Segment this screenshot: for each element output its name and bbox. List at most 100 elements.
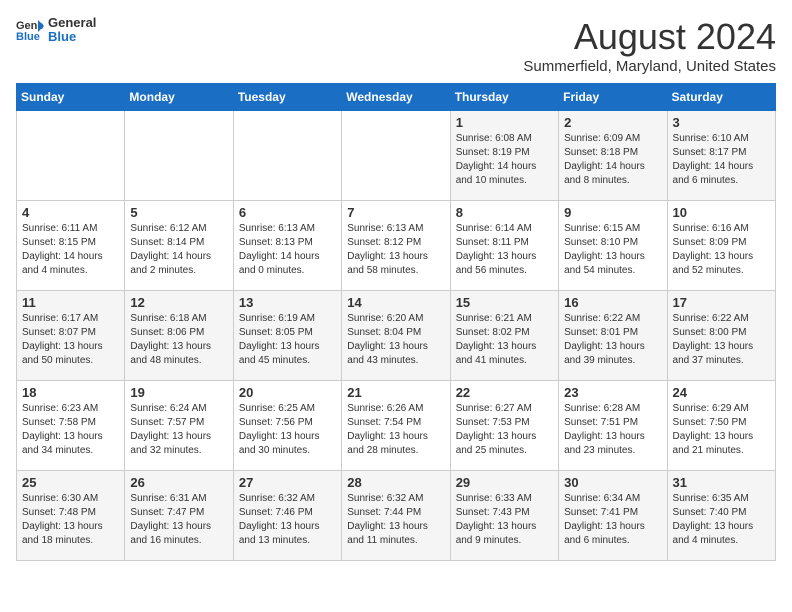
day-header-thursday: Thursday bbox=[450, 84, 558, 111]
calendar-week-row: 18 Sunrise: 6:23 AM Sunset: 7:58 PM Dayli… bbox=[17, 381, 776, 471]
day-number: 2 bbox=[564, 115, 661, 130]
cell-info: Sunrise: 6:33 AM Sunset: 7:43 PM Dayligh… bbox=[456, 492, 553, 548]
day-number: 26 bbox=[130, 475, 227, 490]
calendar-cell: 5 Sunrise: 6:12 AM Sunset: 8:14 PM Daylig… bbox=[125, 201, 233, 291]
day-number: 25 bbox=[22, 475, 119, 490]
cell-info: Sunrise: 6:13 AM Sunset: 8:13 PM Dayligh… bbox=[239, 222, 336, 278]
cell-info: Sunrise: 6:30 AM Sunset: 7:48 PM Dayligh… bbox=[22, 492, 119, 548]
day-number: 19 bbox=[130, 385, 227, 400]
day-number: 4 bbox=[22, 205, 119, 220]
calendar-cell: 15Sunrise: 6:21 AM Sunset: 8:02 PM Dayli… bbox=[450, 291, 558, 381]
cell-info: Sunrise: 6:22 AM Sunset: 8:00 PM Dayligh… bbox=[673, 312, 770, 368]
calendar-cell: 14 Sunrise: 6:20 AM Sunset: 8:04 PM Dayli… bbox=[342, 291, 450, 381]
cell-info: Sunrise: 6:24 AM Sunset: 7:57 PM Dayligh… bbox=[130, 402, 227, 458]
day-number: 29 bbox=[456, 475, 553, 490]
day-number: 1 bbox=[456, 115, 553, 130]
calendar-cell: 24 Sunrise: 6:29 AM Sunset: 7:50 PM Dayli… bbox=[667, 381, 775, 471]
calendar-cell: 3 Sunrise: 6:10 AM Sunset: 8:17 PM Daylig… bbox=[667, 111, 775, 201]
cell-info: Sunrise: 6:22 AM Sunset: 8:01 PM Dayligh… bbox=[564, 312, 661, 368]
calendar-cell: 16 Sunrise: 6:22 AM Sunset: 8:01 PM Dayli… bbox=[559, 291, 667, 381]
calendar-week-row: 1Sunrise: 6:08 AM Sunset: 8:19 PM Daylig… bbox=[17, 111, 776, 201]
day-number: 22 bbox=[456, 385, 553, 400]
logo-icon: General Blue bbox=[16, 18, 44, 42]
cell-info: Sunrise: 6:10 AM Sunset: 8:17 PM Dayligh… bbox=[673, 132, 770, 188]
logo-general-text: General bbox=[48, 16, 96, 30]
calendar-cell: 28 Sunrise: 6:32 AM Sunset: 7:44 PM Dayli… bbox=[342, 471, 450, 561]
calendar-cell: 30 Sunrise: 6:34 AM Sunset: 7:41 PM Dayli… bbox=[559, 471, 667, 561]
title-area: August 2024 Summerfield, Maryland, Unite… bbox=[523, 16, 776, 75]
cell-info: Sunrise: 6:35 AM Sunset: 7:40 PM Dayligh… bbox=[673, 492, 770, 548]
cell-info: Sunrise: 6:11 AM Sunset: 8:15 PM Dayligh… bbox=[22, 222, 119, 278]
calendar-cell: 22Sunrise: 6:27 AM Sunset: 7:53 PM Dayli… bbox=[450, 381, 558, 471]
cell-info: Sunrise: 6:29 AM Sunset: 7:50 PM Dayligh… bbox=[673, 402, 770, 458]
cell-info: Sunrise: 6:34 AM Sunset: 7:41 PM Dayligh… bbox=[564, 492, 661, 548]
day-number: 18 bbox=[22, 385, 119, 400]
calendar-cell: 13Sunrise: 6:19 AM Sunset: 8:05 PM Dayli… bbox=[233, 291, 341, 381]
calendar-cell: 19 Sunrise: 6:24 AM Sunset: 7:57 PM Dayli… bbox=[125, 381, 233, 471]
day-number: 12 bbox=[130, 295, 227, 310]
calendar-cell: 21Sunrise: 6:26 AM Sunset: 7:54 PM Dayli… bbox=[342, 381, 450, 471]
calendar-cell: 7 Sunrise: 6:13 AM Sunset: 8:12 PM Daylig… bbox=[342, 201, 450, 291]
calendar-cell: 27Sunrise: 6:32 AM Sunset: 7:46 PM Dayli… bbox=[233, 471, 341, 561]
calendar-cell: 1Sunrise: 6:08 AM Sunset: 8:19 PM Daylig… bbox=[450, 111, 558, 201]
calendar-cell: 26 Sunrise: 6:31 AM Sunset: 7:47 PM Dayli… bbox=[125, 471, 233, 561]
cell-info: Sunrise: 6:09 AM Sunset: 8:18 PM Dayligh… bbox=[564, 132, 661, 188]
calendar-cell: 25 Sunrise: 6:30 AM Sunset: 7:48 PM Dayli… bbox=[17, 471, 125, 561]
day-header-wednesday: Wednesday bbox=[342, 84, 450, 111]
cell-info: Sunrise: 6:16 AM Sunset: 8:09 PM Dayligh… bbox=[673, 222, 770, 278]
day-header-saturday: Saturday bbox=[667, 84, 775, 111]
calendar-cell: 9 Sunrise: 6:15 AM Sunset: 8:10 PM Daylig… bbox=[559, 201, 667, 291]
calendar-cell: 20 Sunrise: 6:25 AM Sunset: 7:56 PM Dayli… bbox=[233, 381, 341, 471]
calendar-table: SundayMondayTuesdayWednesdayThursdayFrid… bbox=[16, 83, 776, 561]
cell-info: Sunrise: 6:14 AM Sunset: 8:11 PM Dayligh… bbox=[456, 222, 553, 278]
cell-info: Sunrise: 6:15 AM Sunset: 8:10 PM Dayligh… bbox=[564, 222, 661, 278]
calendar-cell: 11 Sunrise: 6:17 AM Sunset: 8:07 PM Dayli… bbox=[17, 291, 125, 381]
day-number: 13 bbox=[239, 295, 336, 310]
day-number: 14 bbox=[347, 295, 444, 310]
day-number: 23 bbox=[564, 385, 661, 400]
day-number: 28 bbox=[347, 475, 444, 490]
calendar-cell bbox=[233, 111, 341, 201]
calendar-header-row: SundayMondayTuesdayWednesdayThursdayFrid… bbox=[17, 84, 776, 111]
day-header-sunday: Sunday bbox=[17, 84, 125, 111]
cell-info: Sunrise: 6:13 AM Sunset: 8:12 PM Dayligh… bbox=[347, 222, 444, 278]
cell-info: Sunrise: 6:18 AM Sunset: 8:06 PM Dayligh… bbox=[130, 312, 227, 368]
calendar-cell: 12 Sunrise: 6:18 AM Sunset: 8:06 PM Dayli… bbox=[125, 291, 233, 381]
day-number: 11 bbox=[22, 295, 119, 310]
cell-info: Sunrise: 6:32 AM Sunset: 7:46 PM Dayligh… bbox=[239, 492, 336, 548]
day-number: 9 bbox=[564, 205, 661, 220]
day-number: 7 bbox=[347, 205, 444, 220]
calendar-cell: 4 Sunrise: 6:11 AM Sunset: 8:15 PM Daylig… bbox=[17, 201, 125, 291]
cell-info: Sunrise: 6:28 AM Sunset: 7:51 PM Dayligh… bbox=[564, 402, 661, 458]
cell-info: Sunrise: 6:25 AM Sunset: 7:56 PM Dayligh… bbox=[239, 402, 336, 458]
calendar-cell: 23 Sunrise: 6:28 AM Sunset: 7:51 PM Dayli… bbox=[559, 381, 667, 471]
calendar-week-row: 4 Sunrise: 6:11 AM Sunset: 8:15 PM Daylig… bbox=[17, 201, 776, 291]
calendar-cell: 8Sunrise: 6:14 AM Sunset: 8:11 PM Daylig… bbox=[450, 201, 558, 291]
calendar-cell: 6 Sunrise: 6:13 AM Sunset: 8:13 PM Daylig… bbox=[233, 201, 341, 291]
cell-info: Sunrise: 6:12 AM Sunset: 8:14 PM Dayligh… bbox=[130, 222, 227, 278]
day-number: 6 bbox=[239, 205, 336, 220]
day-number: 16 bbox=[564, 295, 661, 310]
day-number: 5 bbox=[130, 205, 227, 220]
day-header-friday: Friday bbox=[559, 84, 667, 111]
calendar-week-row: 25 Sunrise: 6:30 AM Sunset: 7:48 PM Dayli… bbox=[17, 471, 776, 561]
location-subtitle: Summerfield, Maryland, United States bbox=[523, 58, 776, 75]
day-number: 24 bbox=[673, 385, 770, 400]
day-number: 20 bbox=[239, 385, 336, 400]
day-number: 3 bbox=[673, 115, 770, 130]
cell-info: Sunrise: 6:31 AM Sunset: 7:47 PM Dayligh… bbox=[130, 492, 227, 548]
day-number: 15 bbox=[456, 295, 553, 310]
day-number: 30 bbox=[564, 475, 661, 490]
cell-info: Sunrise: 6:32 AM Sunset: 7:44 PM Dayligh… bbox=[347, 492, 444, 548]
cell-info: Sunrise: 6:23 AM Sunset: 7:58 PM Dayligh… bbox=[22, 402, 119, 458]
calendar-cell: 10Sunrise: 6:16 AM Sunset: 8:09 PM Dayli… bbox=[667, 201, 775, 291]
logo-blue-text: Blue bbox=[48, 30, 96, 44]
month-title: August 2024 bbox=[523, 16, 776, 58]
calendar-cell bbox=[342, 111, 450, 201]
calendar-body: 1Sunrise: 6:08 AM Sunset: 8:19 PM Daylig… bbox=[17, 111, 776, 561]
calendar-cell bbox=[125, 111, 233, 201]
cell-info: Sunrise: 6:20 AM Sunset: 8:04 PM Dayligh… bbox=[347, 312, 444, 368]
cell-info: Sunrise: 6:17 AM Sunset: 8:07 PM Dayligh… bbox=[22, 312, 119, 368]
svg-text:Blue: Blue bbox=[16, 31, 40, 42]
calendar-cell bbox=[17, 111, 125, 201]
